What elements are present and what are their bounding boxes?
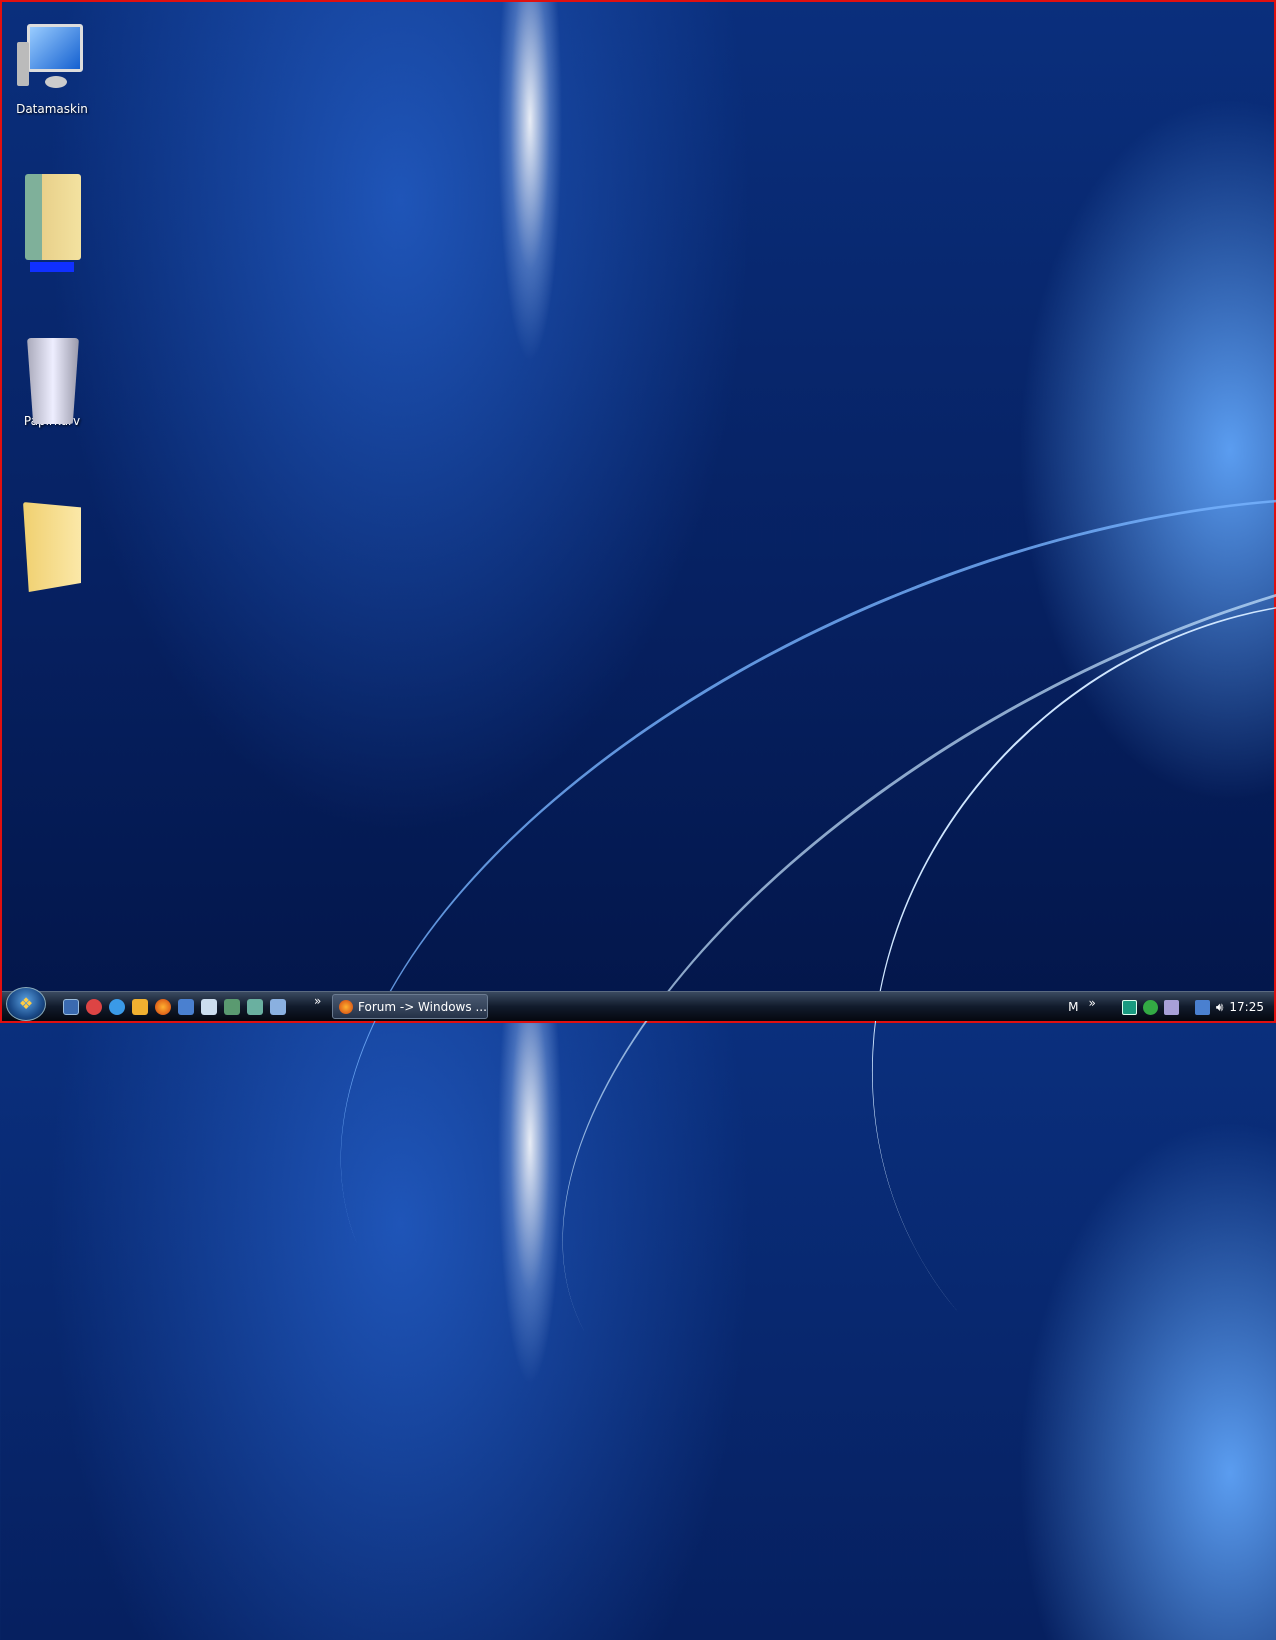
security-check-icon[interactable] — [1142, 999, 1158, 1015]
system-tray: M » 🔊︎ 17:25 — [1068, 992, 1264, 1022]
sync-icon[interactable] — [1121, 999, 1137, 1015]
start-button[interactable]: ❖ — [6, 986, 46, 1021]
windows-logo-icon: ❖ — [18, 994, 34, 1013]
show-desktop-icon[interactable] — [63, 998, 79, 1015]
tray-overflow[interactable]: » — [1089, 996, 1096, 1010]
desktop-icon-folder[interactable] — [6, 498, 98, 592]
network-icon[interactable] — [270, 998, 286, 1015]
firefox-icon[interactable] — [155, 998, 171, 1015]
notepad-icon[interactable] — [201, 998, 217, 1015]
books-icon[interactable] — [247, 998, 263, 1015]
paint-icon[interactable] — [86, 998, 102, 1015]
wallpaper-swoosh — [206, 310, 1276, 1614]
taskbar-button-firefox[interactable]: Forum -> Windows ... — [332, 994, 488, 1019]
desktop-icon-user-folder[interactable] — [6, 170, 98, 275]
recycle-bin-icon — [17, 334, 87, 424]
network-icon[interactable] — [1194, 999, 1210, 1015]
icon-label: Datamaskin — [16, 102, 88, 116]
icon-label — [30, 262, 74, 272]
user-folder-icon — [17, 170, 87, 260]
contacts-icon[interactable] — [224, 998, 240, 1015]
wallpaper-swoosh — [700, 426, 1276, 1618]
taskbar: ❖ » Forum -> Windows ... M » 🔊︎ 17:25 — [2, 986, 1274, 1022]
computer-icon — [17, 22, 87, 98]
desktop-icon-computer[interactable]: Datamaskin — [6, 22, 98, 116]
language-indicator[interactable]: M — [1068, 1000, 1078, 1014]
folder-icon — [17, 498, 87, 592]
quick-launch — [56, 998, 286, 1015]
tray-app-icon[interactable] — [1163, 999, 1179, 1015]
internet-explorer-icon[interactable] — [109, 998, 125, 1015]
taskbar-button-label: Forum -> Windows ... — [358, 999, 487, 1014]
volume-icon[interactable]: 🔊︎ — [1216, 1000, 1224, 1015]
messenger-icon[interactable] — [132, 998, 148, 1015]
firefox-icon — [339, 999, 353, 1014]
clock[interactable]: 17:25 — [1229, 1000, 1264, 1014]
quick-launch-overflow[interactable]: » — [314, 994, 321, 1008]
desktop-icon-recycle-bin[interactable]: Papirkurv — [6, 334, 98, 428]
remote-desktop-icon[interactable] — [178, 998, 194, 1015]
